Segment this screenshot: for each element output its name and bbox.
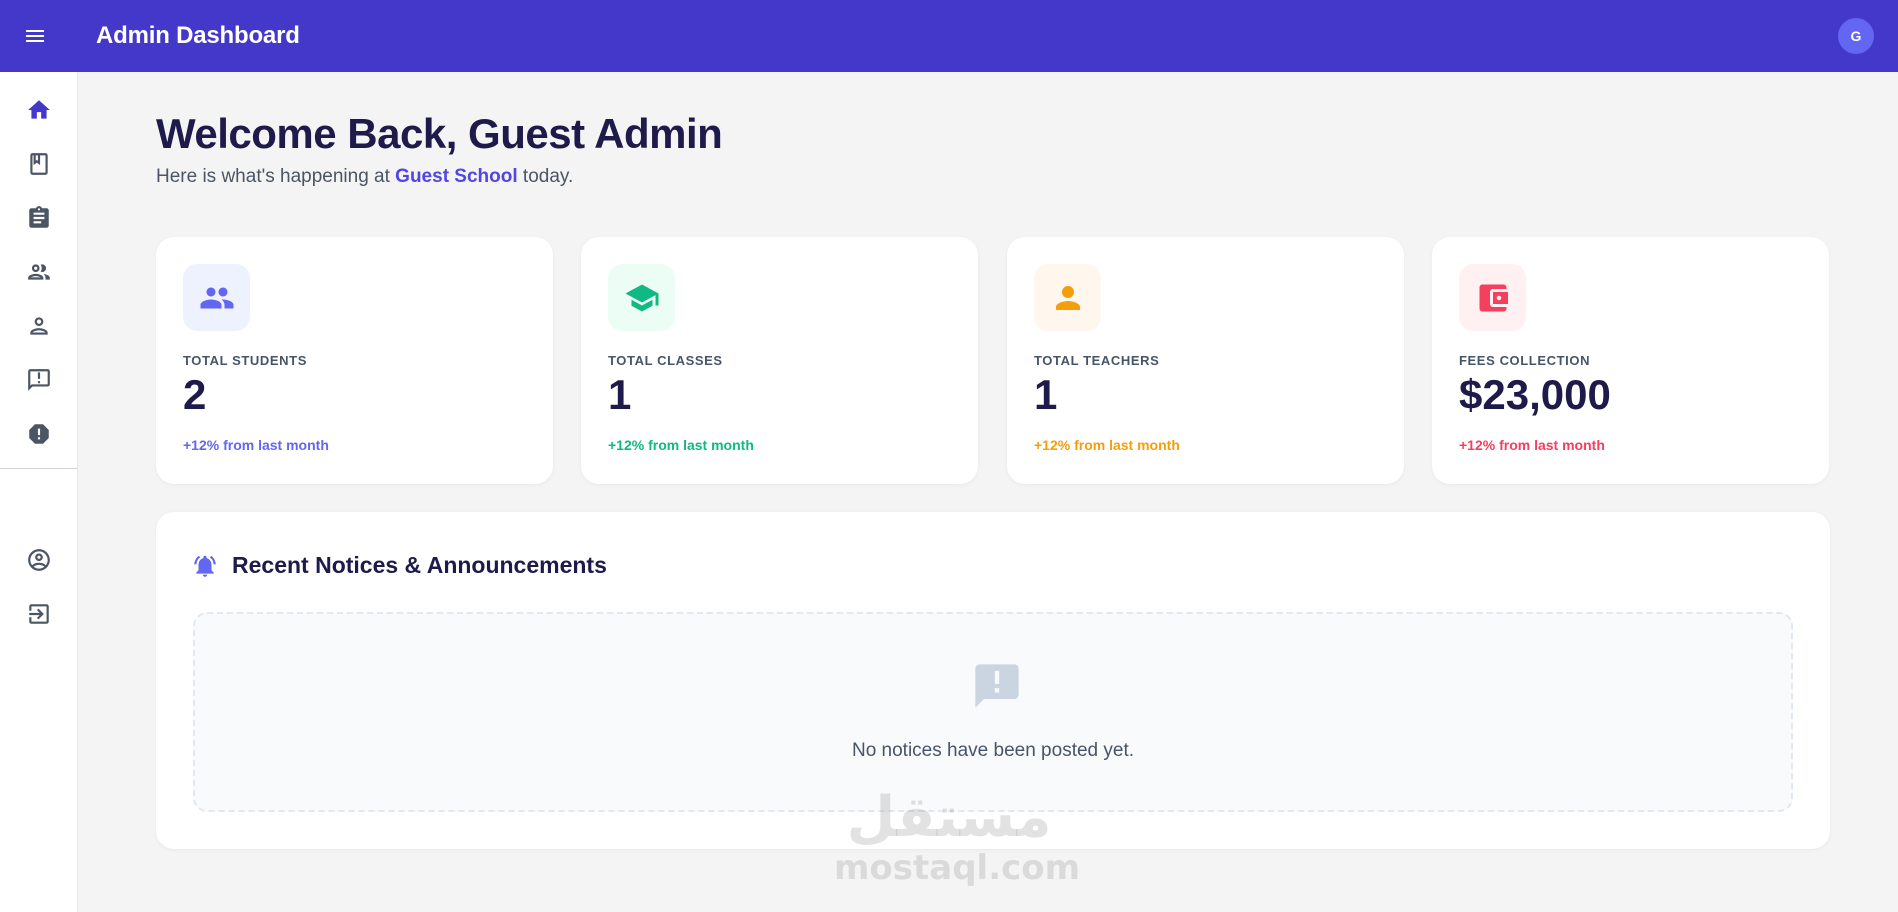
- menu-button[interactable]: [0, 0, 70, 72]
- stat-trend: +12% from last month: [1459, 437, 1605, 453]
- sidebar-item-feedback[interactable]: [0, 358, 78, 402]
- students-icon: [200, 287, 233, 308]
- sidebar-item-person[interactable]: [0, 304, 78, 348]
- sidebar-item-home[interactable]: [0, 88, 78, 132]
- account-circle-icon: [28, 549, 50, 571]
- stat-value: $23,000: [1459, 371, 1611, 418]
- notice-alert-icon: [975, 664, 1019, 708]
- stat-icon-box: [608, 264, 675, 331]
- app-title: Admin Dashboard: [96, 22, 300, 49]
- stat-card-fees: FEES COLLECTION $23,000 +12% from last m…: [1432, 237, 1829, 484]
- sidebar: [0, 72, 78, 912]
- stat-card-students: TOTAL STUDENTS 2 +12% from last month: [156, 237, 553, 484]
- users-icon: [28, 264, 50, 280]
- bell-icon: [194, 555, 216, 577]
- empty-message: No notices have been posted yet.: [851, 740, 1135, 761]
- avatar[interactable]: G: [1838, 18, 1874, 54]
- wallet-icon: [1479, 284, 1508, 311]
- graduation-cap-icon: [625, 284, 658, 311]
- stat-value: 2: [183, 371, 207, 418]
- stat-label: FEES COLLECTION: [1459, 353, 1591, 368]
- stat-card-teachers: TOTAL TEACHERS 1 +12% from last month: [1007, 237, 1404, 484]
- stat-icon-box: [183, 264, 250, 331]
- person-icon: [30, 317, 48, 335]
- school-name: Guest School: [395, 166, 518, 187]
- top-app-bar: Admin Dashboard G: [0, 0, 1898, 72]
- stat-trend: +12% from last month: [183, 437, 329, 453]
- stat-card-classes: TOTAL CLASSES 1 +12% from last month: [581, 237, 978, 484]
- stat-icon-box: [1034, 264, 1101, 331]
- sidebar-item-users[interactable]: [0, 250, 78, 294]
- notices-header: Recent Notices & Announcements: [192, 552, 607, 579]
- sidebar-item-account[interactable]: [0, 538, 78, 582]
- clipboard-icon: [29, 206, 49, 228]
- book-icon: [30, 153, 48, 175]
- stat-label: TOTAL CLASSES: [608, 353, 723, 368]
- stat-trend: +12% from last month: [608, 437, 754, 453]
- stat-trend: +12% from last month: [1034, 437, 1180, 453]
- alert-icon: [29, 424, 49, 444]
- sidebar-item-book[interactable]: [0, 142, 78, 186]
- watermark-latin: mostaql.com: [834, 848, 1081, 888]
- notices-panel: Recent Notices & Announcements No notice…: [156, 512, 1830, 849]
- notices-title: Recent Notices & Announcements: [232, 552, 607, 578]
- stat-label: TOTAL STUDENTS: [183, 353, 307, 368]
- teacher-icon: [1055, 285, 1080, 310]
- page-title: Welcome Back, Guest Admin: [156, 110, 723, 157]
- hamburger-menu-icon: [26, 30, 44, 42]
- sidebar-divider: [0, 468, 77, 469]
- stat-icon-box: [1459, 264, 1526, 331]
- feedback-icon: [28, 369, 50, 391]
- stat-value: 1: [1034, 371, 1058, 418]
- notices-empty-state: No notices have been posted yet.: [193, 612, 1793, 812]
- logout-icon: [29, 604, 49, 624]
- sidebar-item-assignments[interactable]: [0, 196, 78, 240]
- subtitle-suffix: today.: [522, 166, 574, 187]
- home-icon: [28, 100, 50, 119]
- sidebar-item-logout[interactable]: [0, 592, 78, 636]
- stat-label: TOTAL TEACHERS: [1034, 353, 1160, 368]
- sidebar-item-alerts[interactable]: [0, 412, 78, 456]
- stat-value: 1: [608, 371, 632, 418]
- page-subtitle: Here is what's happening at Guest School…: [156, 166, 573, 188]
- subtitle-prefix: Here is what's happening at: [156, 166, 390, 187]
